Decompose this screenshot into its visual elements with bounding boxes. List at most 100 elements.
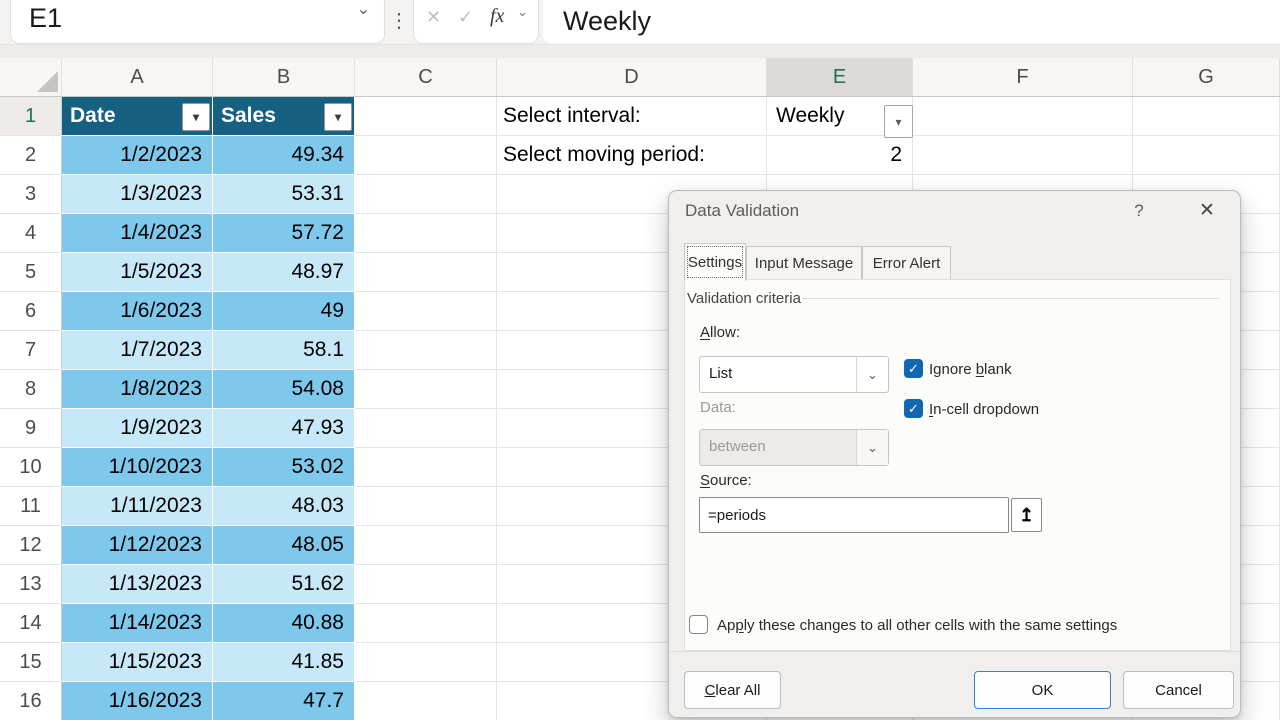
cell-F2[interactable] bbox=[913, 136, 1133, 175]
column-header-B[interactable]: B bbox=[213, 58, 355, 96]
cell-C13[interactable] bbox=[355, 565, 497, 604]
ok-button[interactable]: OK bbox=[974, 671, 1111, 709]
cell-C16[interactable] bbox=[355, 682, 497, 720]
cell-A15[interactable]: 1/15/2023 bbox=[62, 643, 213, 682]
cell-B6[interactable]: 49 bbox=[213, 292, 355, 331]
row-header-13[interactable]: 13 bbox=[0, 565, 62, 604]
cell-B4[interactable]: 57.72 bbox=[213, 214, 355, 253]
column-header-D[interactable]: D bbox=[497, 58, 767, 96]
cell-A16[interactable]: 1/16/2023 bbox=[62, 682, 213, 720]
cell-A5[interactable]: 1/5/2023 bbox=[62, 253, 213, 292]
allow-dropdown[interactable]: List ⌄ bbox=[699, 356, 889, 393]
cell-C5[interactable] bbox=[355, 253, 497, 292]
cell-B14[interactable]: 40.88 bbox=[213, 604, 355, 643]
row-header-7[interactable]: 7 bbox=[0, 331, 62, 370]
cell-B2[interactable]: 49.34 bbox=[213, 136, 355, 175]
row-header-12[interactable]: 12 bbox=[0, 526, 62, 565]
cell-B13[interactable]: 51.62 bbox=[213, 565, 355, 604]
cell-C8[interactable] bbox=[355, 370, 497, 409]
chevron-down-icon[interactable]: ⌄ bbox=[357, 0, 370, 19]
source-input[interactable]: =periods bbox=[699, 497, 1009, 533]
cell-C9[interactable] bbox=[355, 409, 497, 448]
cell-F1[interactable] bbox=[913, 97, 1133, 136]
row-header-6[interactable]: 6 bbox=[0, 292, 62, 331]
row-header-9[interactable]: 9 bbox=[0, 409, 62, 448]
cell-B11[interactable]: 48.03 bbox=[213, 487, 355, 526]
cell-B12[interactable]: 48.05 bbox=[213, 526, 355, 565]
cell-B16[interactable]: 47.7 bbox=[213, 682, 355, 720]
cell-C14[interactable] bbox=[355, 604, 497, 643]
row-header-15[interactable]: 15 bbox=[0, 643, 62, 682]
column-header-F[interactable]: F bbox=[913, 58, 1133, 96]
cell-G2[interactable] bbox=[1133, 136, 1280, 175]
cell-A2[interactable]: 1/2/2023 bbox=[62, 136, 213, 175]
cell-B8[interactable]: 54.08 bbox=[213, 370, 355, 409]
cell-B1[interactable]: Sales ▾ bbox=[213, 97, 355, 136]
insert-function-icon[interactable]: fx bbox=[490, 5, 504, 28]
in-cell-dropdown-checkbox[interactable]: ✓ bbox=[904, 399, 923, 418]
cell-B7[interactable]: 58.1 bbox=[213, 331, 355, 370]
cell-C6[interactable] bbox=[355, 292, 497, 331]
more-options-icon[interactable]: ⋮ bbox=[389, 8, 409, 33]
cell-G1[interactable] bbox=[1133, 97, 1280, 136]
cell-C12[interactable] bbox=[355, 526, 497, 565]
select-all-corner[interactable] bbox=[0, 58, 62, 96]
chevron-down-icon[interactable]: ⌄ bbox=[856, 357, 888, 392]
cell-C1[interactable] bbox=[355, 97, 497, 136]
cell-B5[interactable]: 48.97 bbox=[213, 253, 355, 292]
cell-D2[interactable]: Select moving period: bbox=[497, 136, 767, 175]
column-header-G[interactable]: G bbox=[1133, 58, 1280, 96]
cell-A13[interactable]: 1/13/2023 bbox=[62, 565, 213, 604]
row-header-11[interactable]: 11 bbox=[0, 487, 62, 526]
name-box[interactable]: E1 ⌄ bbox=[10, 0, 385, 44]
cancel-button[interactable]: Cancel bbox=[1123, 671, 1234, 709]
tab-settings[interactable]: Settings bbox=[684, 243, 746, 281]
formula-input[interactable]: Weekly bbox=[543, 0, 1280, 44]
cell-A7[interactable]: 1/7/2023 bbox=[62, 331, 213, 370]
cell-A10[interactable]: 1/10/2023 bbox=[62, 448, 213, 487]
cell-C4[interactable] bbox=[355, 214, 497, 253]
cell-A11[interactable]: 1/11/2023 bbox=[62, 487, 213, 526]
cell-C3[interactable] bbox=[355, 175, 497, 214]
row-header-3[interactable]: 3 bbox=[0, 175, 62, 214]
row-header-2[interactable]: 2 bbox=[0, 136, 62, 175]
cell-A1[interactable]: Date ▾ bbox=[62, 97, 213, 136]
column-header-A[interactable]: A bbox=[62, 58, 213, 96]
cell-A9[interactable]: 1/9/2023 bbox=[62, 409, 213, 448]
cell-C15[interactable] bbox=[355, 643, 497, 682]
column-header-E[interactable]: E bbox=[767, 58, 913, 96]
apply-changes-checkbox[interactable] bbox=[689, 615, 708, 634]
cell-B9[interactable]: 47.93 bbox=[213, 409, 355, 448]
row-header-1[interactable]: 1 bbox=[0, 97, 62, 136]
cell-A3[interactable]: 1/3/2023 bbox=[62, 175, 213, 214]
cell-A6[interactable]: 1/6/2023 bbox=[62, 292, 213, 331]
cell-A8[interactable]: 1/8/2023 bbox=[62, 370, 213, 409]
column-header-C[interactable]: C bbox=[355, 58, 497, 96]
cell-A12[interactable]: 1/12/2023 bbox=[62, 526, 213, 565]
cell-E2[interactable]: 2 bbox=[767, 136, 913, 175]
ignore-blank-checkbox[interactable]: ✓ bbox=[904, 359, 923, 378]
chevron-down-icon[interactable]: ⌄ bbox=[517, 4, 528, 20]
cell-B10[interactable]: 53.02 bbox=[213, 448, 355, 487]
filter-button[interactable]: ▾ bbox=[324, 103, 352, 131]
clear-all-button[interactable]: Clear All bbox=[684, 671, 781, 709]
help-icon[interactable]: ? bbox=[1127, 201, 1151, 221]
row-header-5[interactable]: 5 bbox=[0, 253, 62, 292]
row-header-8[interactable]: 8 bbox=[0, 370, 62, 409]
enter-icon[interactable]: ✓ bbox=[458, 7, 473, 28]
cell-C2[interactable] bbox=[355, 136, 497, 175]
close-icon[interactable]: ✕ bbox=[1193, 199, 1221, 222]
cell-C7[interactable] bbox=[355, 331, 497, 370]
tab-error-alert[interactable]: Error Alert bbox=[862, 246, 951, 280]
cell-C10[interactable] bbox=[355, 448, 497, 487]
filter-button[interactable]: ▾ bbox=[182, 103, 210, 131]
cell-D1[interactable]: Select interval: bbox=[497, 97, 767, 136]
cell-C11[interactable] bbox=[355, 487, 497, 526]
collapse-dialog-button[interactable]: ↥ bbox=[1011, 498, 1042, 532]
cell-B15[interactable]: 41.85 bbox=[213, 643, 355, 682]
tab-input-message[interactable]: Input Message bbox=[746, 246, 862, 280]
row-header-14[interactable]: 14 bbox=[0, 604, 62, 643]
cancel-icon[interactable]: ✕ bbox=[426, 7, 441, 28]
cell-A4[interactable]: 1/4/2023 bbox=[62, 214, 213, 253]
cell-B3[interactable]: 53.31 bbox=[213, 175, 355, 214]
